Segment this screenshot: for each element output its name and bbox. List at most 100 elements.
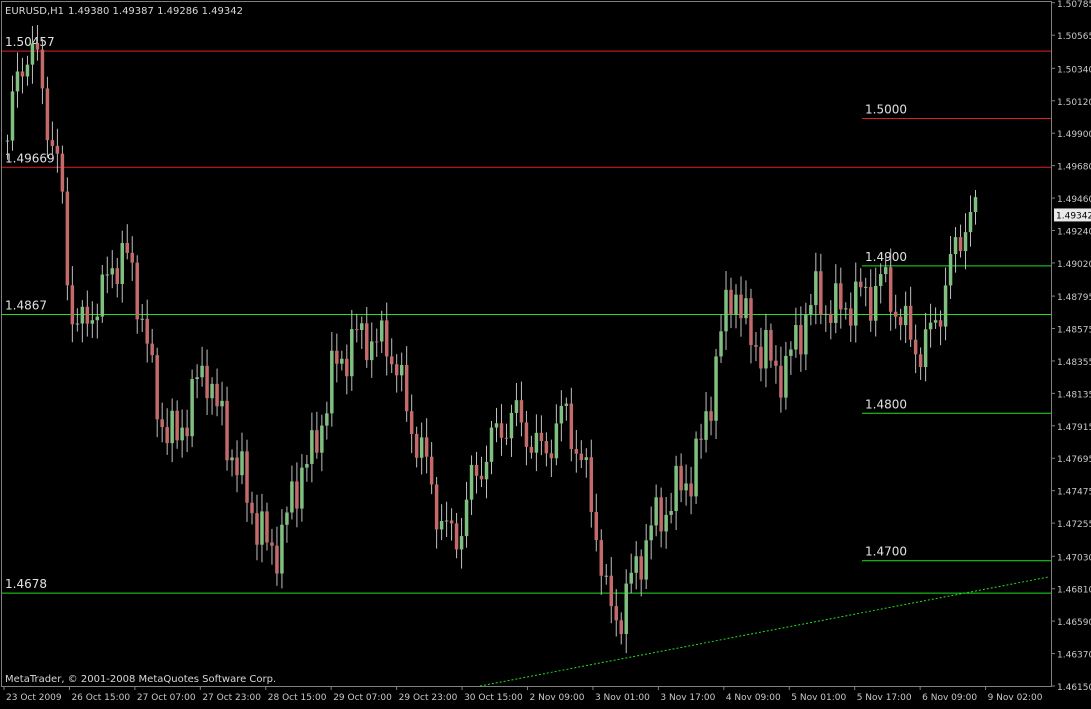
price-tick-label: 1.48575: [1057, 326, 1091, 336]
bear-candle-body: [908, 305, 913, 340]
bull-candle-body: [90, 320, 95, 324]
bull-candle-body: [873, 285, 878, 321]
bear-candle-body: [165, 427, 169, 444]
bear-candle-body: [779, 365, 783, 398]
bear-candle-body: [115, 268, 120, 284]
bear-candle-body: [579, 453, 584, 461]
bull-candle-body: [379, 320, 384, 342]
bear-candle-body: [524, 422, 529, 447]
bull-candle-body: [190, 379, 194, 437]
bear-candle-body: [409, 411, 414, 434]
copyright-text: MetaTrader, © 2001-2008 MetaQuotes Softw…: [5, 674, 276, 685]
bear-candle-body: [918, 354, 923, 368]
chart-window[interactable]: 1.50457 1.49669 1.4867 1.4678 1.5000 1.4900 1.…: [0, 0, 1091, 704]
bear-candle-body: [235, 457, 239, 476]
bear-candle-body: [160, 419, 164, 428]
bull-candle-body: [554, 423, 559, 459]
level-label-1-4700: 1.4700: [865, 545, 907, 559]
bull-candle-body: [863, 286, 868, 288]
time-tick-label: 29 Oct 23:00: [399, 693, 458, 703]
time-tick-label: 27 Oct 07:00: [137, 693, 196, 703]
bear-candle-body: [529, 446, 534, 453]
bear-candle-body: [759, 346, 763, 369]
bull-candle-body: [694, 438, 698, 497]
bull-candle-body: [814, 271, 818, 306]
bear-candle-body: [424, 437, 429, 457]
bull-candle-body: [300, 467, 304, 509]
bear-candle-body: [434, 484, 439, 530]
bull-candle-body: [120, 243, 125, 284]
bull-candle-body: [25, 64, 30, 77]
bull-candle-body: [459, 536, 464, 550]
bull-candle-body: [464, 499, 469, 537]
bear-candle-body: [574, 449, 579, 454]
bear-candle-body: [549, 453, 554, 459]
bear-candle-body: [265, 511, 269, 543]
bear-candle-body: [499, 423, 504, 438]
bear-candle-body: [504, 437, 509, 439]
bull-candle-body: [320, 425, 324, 453]
bear-candle-body: [769, 329, 773, 361]
bear-candle-body: [250, 502, 254, 514]
bull-candle-body: [290, 481, 294, 513]
bull-candle-body: [5, 140, 10, 142]
bull-candle-body: [649, 525, 653, 541]
bear-candle-body: [958, 237, 963, 252]
candlestick-chart[interactable]: 1.504571.496691.48671.46781.50001.49001.…: [0, 0, 1091, 704]
bear-candle-body: [374, 341, 379, 343]
bull-candle-body: [240, 451, 244, 476]
bull-candle-body: [968, 211, 973, 233]
bull-candle-body: [903, 305, 908, 326]
bull-candle-body: [674, 465, 678, 512]
bull-candle-body: [305, 463, 309, 468]
bear-candle-body: [85, 306, 90, 324]
bull-candle-body: [399, 365, 404, 376]
bull-candle-body: [484, 461, 489, 480]
bull-candle-body: [15, 71, 20, 92]
bull-candle-body: [260, 511, 264, 545]
bear-candle-body: [449, 520, 454, 524]
bear-candle-body: [365, 323, 369, 361]
bull-candle-body: [110, 268, 115, 275]
bull-candle-body: [210, 383, 214, 399]
bull-candle-body: [624, 583, 628, 634]
bear-candle-body: [225, 400, 229, 461]
bear-candle-body: [414, 433, 419, 458]
bull-candle-body: [644, 540, 648, 580]
bear-candle-body: [544, 441, 549, 454]
bull-candle-body: [664, 514, 668, 532]
level-label-1-5000: 1.5000: [865, 102, 907, 116]
level-label-1-4800: 1.4800: [865, 397, 907, 411]
bear-candle-body: [135, 262, 139, 320]
price-tick-label: 1.46810: [1057, 586, 1091, 596]
bull-candle-body: [764, 329, 768, 369]
bear-candle-body: [699, 438, 703, 440]
bear-candle-body: [479, 475, 484, 480]
bull-candle-body: [419, 437, 424, 458]
candle: [190, 369, 194, 448]
price-tick-label: 1.49900: [1057, 130, 1091, 140]
bull-candle-body: [100, 274, 105, 317]
bear-candle-body: [429, 456, 434, 485]
bull-candle-body: [75, 323, 80, 325]
bull-candle-body: [584, 457, 589, 461]
time-tick-label: 5 Nov 17:00: [857, 693, 912, 703]
price-tick-label: 1.46590: [1057, 618, 1091, 628]
bear-candle-body: [40, 49, 45, 89]
price-tick-label: 1.46150: [1057, 683, 1091, 693]
bear-candle-body: [295, 481, 299, 509]
bear-candle-body: [175, 410, 179, 441]
bull-candle-body: [634, 556, 638, 573]
time-tick-label: 3 Nov 17:00: [660, 693, 715, 703]
price-tick-label: 1.47915: [1057, 423, 1091, 433]
bear-candle-body: [819, 271, 823, 315]
bull-candle-body: [883, 267, 888, 275]
bull-candle-body: [943, 285, 948, 327]
bull-candle-body: [310, 430, 314, 464]
price-tick-label: 1.49460: [1057, 195, 1091, 205]
bear-candle-body: [689, 483, 693, 497]
bear-candle-body: [215, 383, 219, 407]
bull-candle-body: [559, 405, 564, 424]
candle: [65, 177, 70, 301]
bull-candle-body: [230, 457, 234, 461]
